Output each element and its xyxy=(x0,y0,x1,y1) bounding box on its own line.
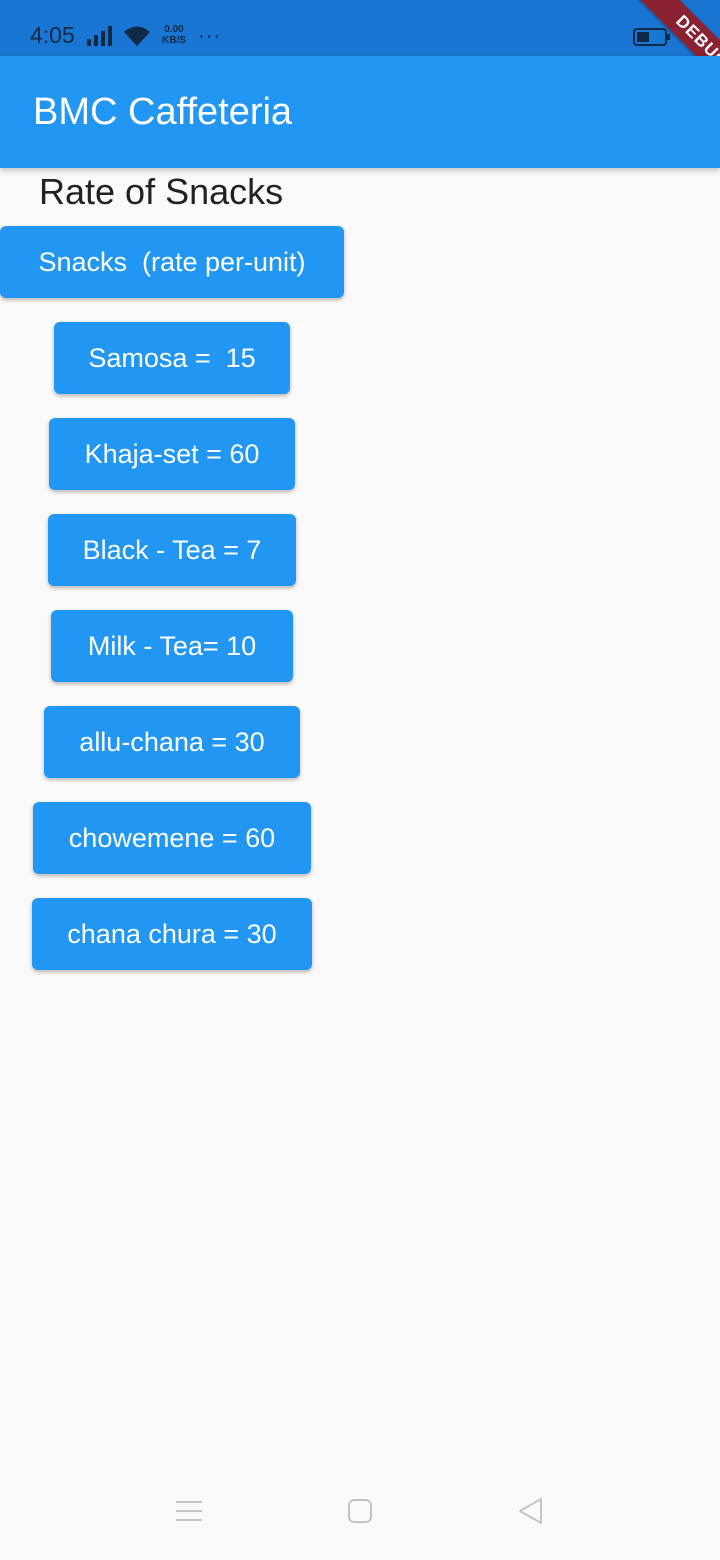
home-icon[interactable] xyxy=(345,1496,375,1526)
network-speed-unit: KB/S xyxy=(162,35,186,46)
milk-tea-button[interactable]: Milk - Tea= 10 xyxy=(51,610,293,682)
status-time: 4:05 xyxy=(30,22,75,48)
page-heading: Rate of Snacks xyxy=(39,171,284,212)
signal-icon xyxy=(87,26,112,46)
app-bar: BMC Caffeteria xyxy=(0,56,720,168)
samosa-button[interactable]: Samosa = 15 xyxy=(54,322,290,394)
app-title: BMC Caffeteria xyxy=(33,91,293,133)
chana-chura-button[interactable]: chana chura = 30 xyxy=(32,898,312,970)
wifi-icon xyxy=(124,26,150,46)
more-icon: ··· xyxy=(198,25,221,47)
chowemene-button[interactable]: chowemene = 60 xyxy=(33,802,311,874)
system-nav-bar xyxy=(0,1460,720,1560)
khaja-set-button[interactable]: Khaja-set = 60 xyxy=(49,418,295,490)
back-icon[interactable] xyxy=(516,1496,546,1526)
allu-chana-button[interactable]: allu-chana = 30 xyxy=(44,706,300,778)
network-speed-value: 0.00 xyxy=(164,24,184,35)
network-speed: 0.00 KB/S xyxy=(159,24,189,46)
battery-icon xyxy=(633,28,670,46)
menu-icon[interactable] xyxy=(174,1496,204,1526)
snacks-header-button[interactable]: Snacks (rate per-unit) xyxy=(0,226,344,298)
black-tea-button[interactable]: Black - Tea = 7 xyxy=(48,514,296,586)
status-bar: 4:05 0.00 KB/S ··· xyxy=(0,0,720,56)
